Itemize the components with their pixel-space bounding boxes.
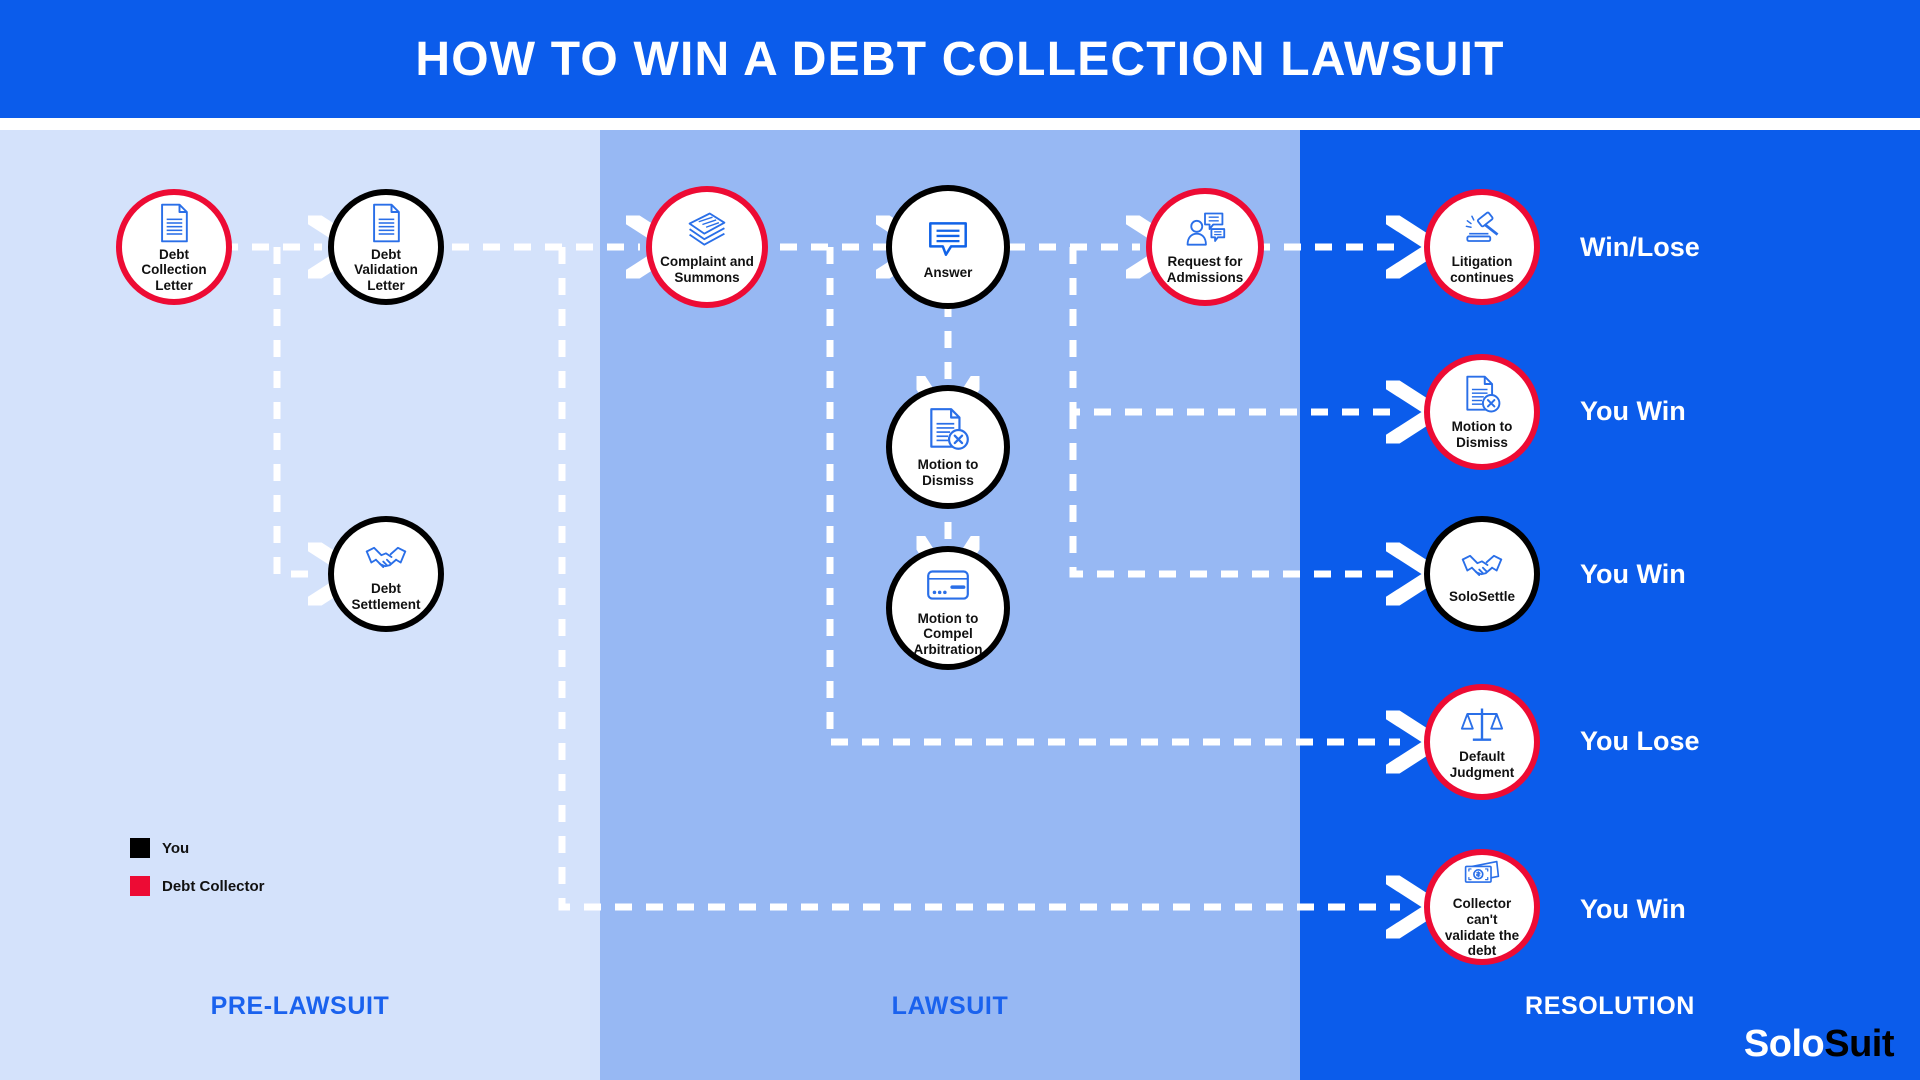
node-label: Request for Admissions — [1166, 254, 1244, 285]
document-x-icon — [1466, 376, 1501, 413]
column-label-pre-lawsuit: PRE-LAWSUIT — [210, 992, 390, 1020]
outcome-litigation-continues: Win/Lose — [1580, 232, 1700, 262]
node-label: Complaint and Summons — [660, 254, 754, 285]
node-label: Debt Settlement — [351, 581, 421, 612]
document-x-icon — [930, 408, 969, 451]
node-complaint-and-summons[interactable]: Complaint and Summons — [646, 186, 768, 308]
money-icon — [1464, 860, 1500, 883]
node-collector-cant-validate[interactable]: Collector can't validate the debt — [1424, 849, 1540, 965]
node-answer[interactable]: Answer — [886, 185, 1010, 309]
node-label: Motion to Compel Arbitration — [913, 610, 983, 657]
node-debt-settlement[interactable]: Debt Settlement — [328, 516, 444, 632]
outcome-cant-validate: You Win — [1580, 894, 1686, 924]
document-icon — [373, 203, 400, 242]
debt-collector-swatch — [130, 876, 150, 896]
gavel-icon — [1465, 211, 1499, 243]
node-label: Litigation continues — [1450, 254, 1514, 285]
node-label: Debt Collection Letter — [141, 246, 207, 293]
node-solosettle[interactable]: SoloSettle — [1424, 516, 1540, 632]
document-icon — [161, 203, 188, 242]
wire-bus-to-solosettle — [1069, 412, 1400, 574]
handshake-icon — [365, 547, 407, 569]
outcome-solosettle: You Win — [1580, 559, 1686, 589]
node-motion-to-dismiss-lawsuit[interactable]: Motion to Dismiss — [886, 385, 1010, 509]
node-debt-validation-letter[interactable]: Debt Validation Letter — [328, 189, 444, 305]
you-swatch — [130, 838, 150, 858]
node-label: Default Judgment — [1449, 749, 1515, 780]
node-litigation-continues[interactable]: Litigation continues — [1424, 189, 1540, 305]
logo-suit: Suit — [1824, 1023, 1894, 1065]
handshake-icon — [1461, 555, 1503, 577]
solosuit-logo[interactable]: SoloSuit — [1743, 1023, 1895, 1066]
card-icon — [927, 569, 969, 600]
column-label-lawsuit: LAWSUIT — [891, 992, 1009, 1020]
node-label: Answer — [923, 265, 973, 281]
outcome-motion-to-dismiss: You Win — [1580, 396, 1686, 426]
infographic-canvas: HOW TO WIN A DEBT COLLECTION LAWSUIT Deb… — [0, 0, 1920, 1080]
node-label: Motion to Dismiss — [917, 457, 979, 488]
legend-item-debt-collector: Debt Collector — [130, 876, 265, 896]
node-motion-to-compel-arbitration[interactable]: Motion to Compel Arbitration — [886, 546, 1010, 670]
node-label: Debt Validation Letter — [354, 246, 418, 293]
wire-collection-to-settlement — [273, 247, 322, 574]
node-label: Collector can't validate the debt — [1444, 896, 1520, 959]
outcome-default-judgment: You Lose — [1580, 726, 1700, 756]
logo-solo: Solo — [1743, 1023, 1825, 1065]
scales-icon — [1460, 708, 1504, 742]
node-request-for-admissions[interactable]: Request for Admissions — [1146, 188, 1264, 306]
speech-bubble-icon — [929, 222, 967, 257]
node-debt-collection-letter[interactable]: Debt Collection Letter — [116, 189, 232, 305]
legend-label: You — [162, 839, 190, 857]
legend-item-you: You — [130, 838, 189, 858]
legend-label: Debt Collector — [162, 877, 265, 895]
node-label: Motion to Dismiss — [1451, 419, 1513, 450]
node-default-judgment[interactable]: Default Judgment — [1424, 684, 1540, 800]
person-chat-icon — [1186, 212, 1226, 246]
node-motion-to-dismiss-resolution[interactable]: Motion to Dismiss — [1424, 354, 1540, 470]
node-label: SoloSettle — [1448, 589, 1515, 605]
column-label-resolution: RESOLUTION — [1525, 992, 1695, 1020]
stacked-papers-icon — [688, 212, 726, 246]
